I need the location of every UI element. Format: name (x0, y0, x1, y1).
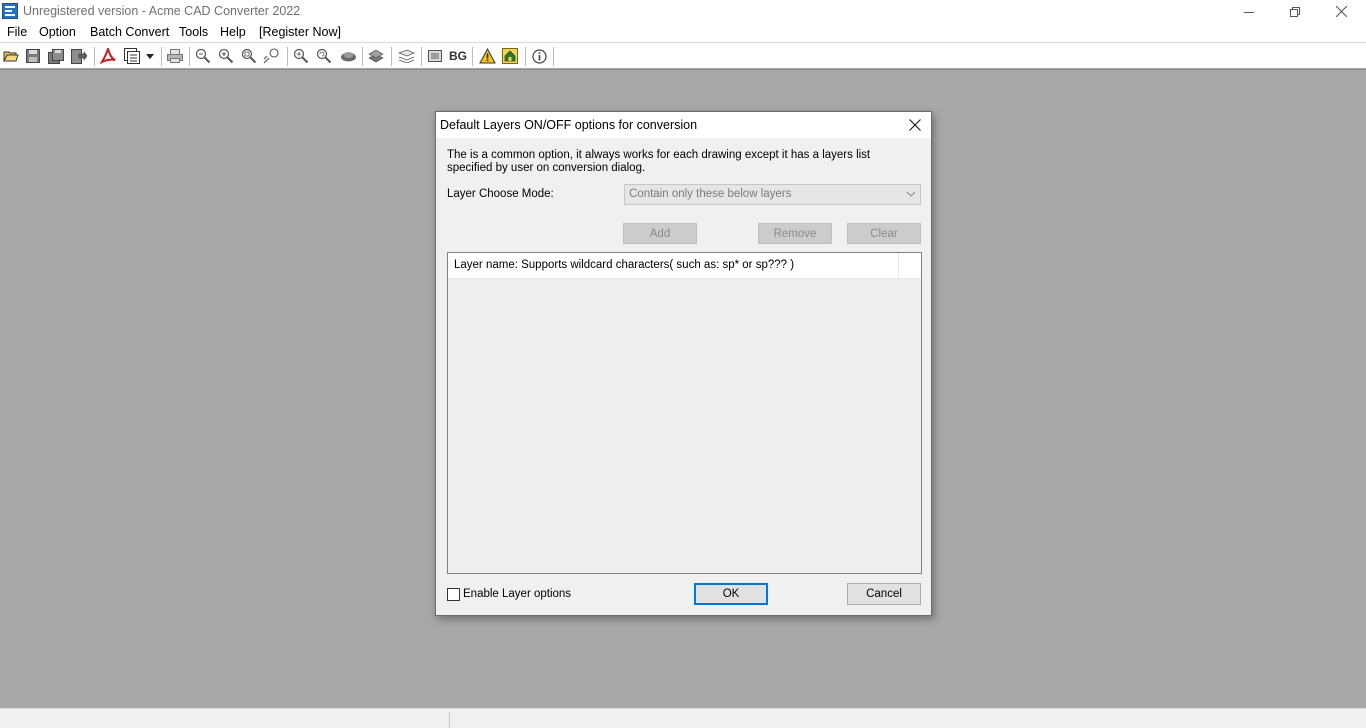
save-all-icon (48, 48, 64, 64)
menu-file[interactable]: File (7, 25, 27, 39)
about-button[interactable] (529, 47, 549, 65)
restore-icon (1290, 6, 1300, 17)
layers-button[interactable] (366, 47, 386, 65)
layout-button[interactable] (396, 47, 416, 65)
ok-button[interactable]: OK (694, 583, 768, 605)
bg-color-icon: BG (449, 49, 467, 63)
frame-button[interactable] (425, 47, 445, 65)
layer-name-column-header[interactable]: Layer name: Supports wildcard characters… (448, 253, 899, 278)
warning-button[interactable] (477, 47, 497, 65)
layout-icon (397, 49, 415, 63)
cancel-button[interactable]: Cancel (847, 583, 921, 605)
save-icon (26, 49, 40, 63)
status-divider (449, 712, 450, 728)
zoom-out-button[interactable] (193, 47, 213, 65)
zoom-in-button[interactable] (216, 47, 236, 65)
close-icon (1335, 6, 1347, 17)
menu-help[interactable]: Help (220, 25, 246, 39)
save-button[interactable] (23, 47, 43, 65)
warning-icon (478, 48, 496, 64)
pdf-convert-button[interactable] (98, 47, 118, 65)
layer-list-header: Layer name: Supports wildcard characters… (448, 253, 921, 279)
layer-choose-mode-value: Contain only these below layers (629, 188, 792, 200)
batch-convert-button[interactable] (122, 47, 142, 65)
pdf-icon (99, 48, 116, 64)
toolbar-separator (189, 47, 190, 66)
close-window-button[interactable] (1318, 0, 1364, 23)
status-bar (0, 708, 1366, 728)
zoom-out-icon (195, 48, 211, 64)
save-all-button[interactable] (46, 47, 66, 65)
toolbar-separator (287, 47, 288, 66)
minimize-icon (1244, 11, 1254, 13)
layer-choose-mode-label: Layer Choose Mode: (447, 188, 554, 200)
toolbar-separator (553, 47, 554, 66)
zoom-window-button[interactable] (239, 47, 259, 65)
print-button[interactable] (165, 47, 185, 65)
toolbar-separator (421, 47, 422, 66)
export-button[interactable] (69, 47, 89, 65)
layer-list[interactable]: Layer name: Supports wildcard characters… (447, 252, 922, 574)
pan-button[interactable] (338, 47, 358, 65)
dropdown-icon (146, 53, 154, 59)
print-icon (167, 49, 183, 63)
home-button[interactable] (500, 47, 520, 65)
title-bar: Unregistered version - Acme CAD Converte… (0, 0, 1366, 23)
layer-choose-mode-select[interactable]: Contain only these below layers (624, 184, 921, 205)
restore-button[interactable] (1272, 0, 1318, 23)
dialog-title: Default Layers ON/OFF options for conver… (440, 118, 698, 132)
toolbar-separator (472, 47, 473, 66)
toolbar-separator (94, 47, 95, 66)
menu-bar: File Option Batch Convert Tools Help [Re… (0, 23, 1366, 43)
toolbar-separator (391, 47, 392, 66)
enable-layer-options-checkbox[interactable]: Enable Layer options (447, 586, 571, 602)
enable-layer-options-label: Enable Layer options (463, 588, 572, 600)
dialog-title-bar[interactable]: Default Layers ON/OFF options for conver… (436, 112, 931, 138)
open-button[interactable] (1, 47, 21, 65)
minimize-button[interactable] (1226, 0, 1272, 23)
dialog-description: The is a common option, it always works … (447, 149, 871, 174)
checkbox-box[interactable] (447, 587, 460, 601)
menu-tools[interactable]: Tools (179, 25, 208, 39)
toolbar-separator (161, 47, 162, 66)
background-color-button[interactable]: BG (448, 47, 468, 65)
batch-icon (123, 48, 140, 64)
window-title: Unregistered version - Acme CAD Converte… (23, 4, 301, 18)
zoom-extents-button[interactable] (291, 47, 311, 65)
zoom-window-icon (241, 48, 257, 64)
app-logo-icon (2, 3, 18, 19)
zoom-in-icon (218, 48, 234, 64)
menu-batch-convert[interactable]: Batch Convert (90, 25, 169, 39)
clear-layers-button[interactable]: Clear (847, 223, 921, 244)
zoom-realtime-button[interactable] (262, 47, 282, 65)
layers-options-dialog: Default Layers ON/OFF options for conver… (435, 111, 932, 616)
frame-icon (428, 50, 442, 62)
batch-dropdown-button[interactable] (143, 47, 157, 65)
open-folder-icon (3, 51, 19, 62)
menu-register-now[interactable]: [Register Now] (259, 25, 341, 39)
close-icon (909, 119, 921, 131)
layers-icon (368, 49, 384, 63)
remove-layer-button[interactable]: Remove (758, 223, 832, 244)
dialog-close-button[interactable] (902, 114, 928, 136)
zoom-extents-icon (293, 48, 309, 64)
export-icon (71, 48, 87, 64)
toolbar-separator (525, 47, 526, 66)
pan-icon (340, 52, 356, 62)
zoom-realtime-icon (263, 48, 279, 64)
layer-name-column-label: Layer name: Supports wildcard characters… (454, 259, 795, 271)
menu-option[interactable]: Option (39, 25, 76, 39)
chevron-down-icon (906, 191, 916, 197)
zoom-previous-icon (316, 48, 332, 64)
add-layer-button[interactable]: Add (623, 223, 697, 244)
toolbar-separator (362, 47, 363, 66)
info-icon (531, 48, 547, 64)
zoom-previous-button[interactable] (314, 47, 334, 65)
toolbar: BG (0, 44, 1366, 69)
home-icon (502, 48, 518, 64)
